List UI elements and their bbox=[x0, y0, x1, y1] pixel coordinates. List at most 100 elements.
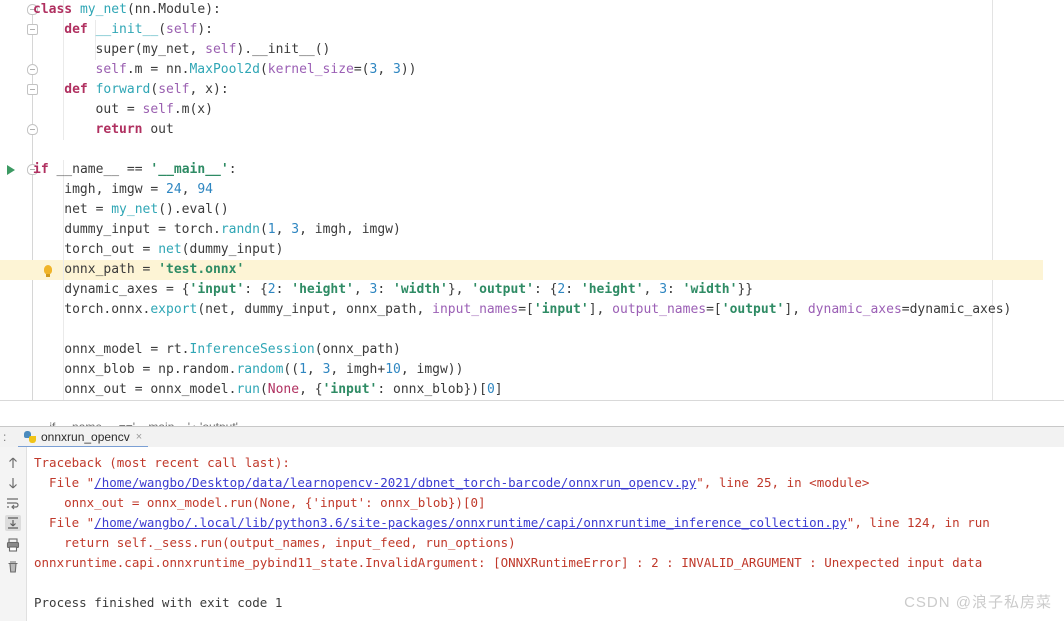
code-token: , imgh+ bbox=[330, 362, 386, 377]
code-token: InferenceSession bbox=[189, 342, 315, 357]
code-token: class bbox=[33, 2, 80, 17]
code-token: , bbox=[181, 182, 198, 197]
code-line[interactable]: if __name__ == '__main__': bbox=[33, 160, 237, 180]
code-line[interactable]: class my_net(nn.Module): bbox=[33, 0, 221, 20]
code-line[interactable]: net = my_net().eval() bbox=[33, 200, 229, 220]
code-token: ], bbox=[784, 302, 808, 317]
code-token: =dynamic_axes) bbox=[901, 302, 1012, 317]
code-token: def bbox=[64, 82, 96, 97]
code-line[interactable]: imgh, imgw = 24, 94 bbox=[33, 180, 213, 200]
code-token: out = bbox=[95, 102, 143, 117]
code-token: ): bbox=[197, 22, 213, 37]
code-token: '__main__' bbox=[150, 162, 229, 177]
run-gutter-icon[interactable] bbox=[7, 165, 15, 175]
code-token: randn bbox=[220, 222, 260, 237]
tab-options-icon[interactable]: : bbox=[3, 431, 6, 443]
code-token: : onnx_blob})[ bbox=[377, 382, 487, 397]
console-text: Traceback (most recent call last): bbox=[34, 455, 290, 470]
code-token: : bbox=[377, 282, 394, 297]
code-token: (my_net, bbox=[134, 42, 206, 57]
code-line[interactable]: return out bbox=[33, 120, 174, 140]
code-token: ().eval() bbox=[158, 202, 229, 217]
code-token: : bbox=[565, 282, 581, 297]
code-token: , x): bbox=[189, 82, 229, 97]
trash-icon[interactable] bbox=[5, 559, 21, 575]
tab-onnxrun-opencv[interactable]: onnxrun_opencv × bbox=[18, 428, 149, 448]
code-token: 10 bbox=[385, 362, 401, 377]
code-token: input_names bbox=[432, 302, 519, 317]
code-line[interactable]: self.m = nn.MaxPool2d(kernel_size=(3, 3)… bbox=[33, 60, 417, 80]
console-line: onnxruntime.capi.onnxruntime_pybind11_st… bbox=[34, 553, 982, 573]
code-token: out bbox=[150, 122, 174, 137]
code-token: 24 bbox=[166, 182, 182, 197]
up-arrow-icon[interactable] bbox=[5, 455, 21, 471]
code-token: ], bbox=[588, 302, 613, 317]
code-editor[interactable]: class my_net(nn.Module): def __init__(sel… bbox=[0, 0, 1064, 400]
code-line[interactable]: onnx_model = rt.InferenceSession(onnx_pa… bbox=[33, 340, 401, 360]
code-line[interactable]: dummy_input = torch.randn(1, 3, imgh, im… bbox=[33, 220, 401, 240]
code-token: net = bbox=[64, 202, 112, 217]
code-line[interactable]: out = self.m(x) bbox=[33, 100, 213, 120]
code-token: .m = nn. bbox=[126, 62, 190, 77]
code-line[interactable]: onnx_path = 'test.onnx' bbox=[33, 260, 244, 280]
code-token: 94 bbox=[197, 182, 213, 197]
code-line[interactable]: dynamic_axes = {'input': {2: 'height', 3… bbox=[33, 280, 753, 300]
scroll-to-end-icon[interactable] bbox=[5, 515, 21, 531]
code-line[interactable]: def __init__(self): bbox=[33, 20, 213, 40]
code-token: 3 bbox=[393, 62, 401, 77]
code-token: ( bbox=[259, 222, 268, 237]
code-token: : { bbox=[533, 282, 558, 297]
code-token: 0 bbox=[486, 382, 495, 397]
close-icon[interactable]: × bbox=[136, 431, 142, 443]
soft-wrap-icon[interactable] bbox=[5, 495, 21, 511]
code-token: 'test.onnx' bbox=[158, 262, 245, 277]
code-token: )) bbox=[400, 62, 417, 77]
code-line[interactable]: def forward(self, x): bbox=[33, 80, 229, 100]
code-token: , bbox=[353, 282, 370, 297]
code-token: export bbox=[150, 302, 198, 317]
code-line[interactable]: super(my_net, self).__init__() bbox=[33, 40, 331, 60]
console-line: Traceback (most recent call last): bbox=[34, 453, 290, 473]
code-token: ] bbox=[494, 382, 503, 397]
file-path-link[interactable]: /home/wangbo/Desktop/data/learnopencv-20… bbox=[94, 475, 696, 490]
code-token: (( bbox=[283, 362, 300, 377]
code-line[interactable]: torch.onnx.export(net, dummy_input, onnx… bbox=[33, 300, 1011, 320]
code-token: __name__ bbox=[56, 162, 120, 177]
code-token: torch_out = bbox=[64, 242, 159, 257]
code-token: dynamic_axes = { bbox=[64, 282, 190, 297]
code-token: dynamic_axes bbox=[807, 302, 902, 317]
console-toolbar bbox=[0, 447, 27, 621]
code-token: self bbox=[205, 42, 237, 57]
code-token: (dummy_input) bbox=[181, 242, 284, 257]
code-token: self bbox=[158, 82, 190, 97]
code-token: net bbox=[158, 242, 182, 257]
console-text: ", line 25, in <module> bbox=[696, 475, 870, 490]
code-line[interactable]: torch_out = net(dummy_input) bbox=[33, 240, 283, 260]
code-token: : bbox=[228, 162, 237, 177]
code-token: self bbox=[142, 102, 174, 117]
code-token: =( bbox=[353, 62, 370, 77]
console-line: Process finished with exit code 1 bbox=[34, 593, 282, 613]
code-token: self bbox=[95, 62, 127, 77]
file-path-link[interactable]: /home/wangbo/.local/lib/python3.6/site-p… bbox=[94, 515, 847, 530]
code-token: 1 bbox=[267, 222, 276, 237]
code-token: 'width' bbox=[393, 282, 448, 297]
console-line: File "/home/wangbo/.local/lib/python3.6/… bbox=[34, 513, 990, 533]
code-line[interactable]: onnx_blob = np.random.random((1, 3, imgh… bbox=[33, 360, 463, 380]
code-token: self bbox=[166, 22, 198, 37]
print-icon[interactable] bbox=[5, 537, 21, 553]
code-token: : { bbox=[244, 282, 268, 297]
code-line[interactable]: onnx_out = onnx_model.run(None, {'input'… bbox=[33, 380, 503, 400]
code-token: torch.onnx. bbox=[64, 302, 151, 317]
python-file-icon bbox=[24, 431, 36, 443]
code-token: random bbox=[236, 362, 284, 377]
code-token: if bbox=[33, 162, 57, 177]
down-arrow-icon[interactable] bbox=[5, 475, 21, 491]
code-token: MaxPool2d bbox=[189, 62, 260, 77]
code-token: 3 bbox=[291, 222, 300, 237]
console-text: return self._sess.run(output_names, inpu… bbox=[34, 535, 516, 550]
code-token: my_net bbox=[79, 2, 127, 17]
code-token: : bbox=[667, 282, 683, 297]
code-token: __init__ bbox=[95, 22, 159, 37]
code-token: ( bbox=[259, 62, 268, 77]
